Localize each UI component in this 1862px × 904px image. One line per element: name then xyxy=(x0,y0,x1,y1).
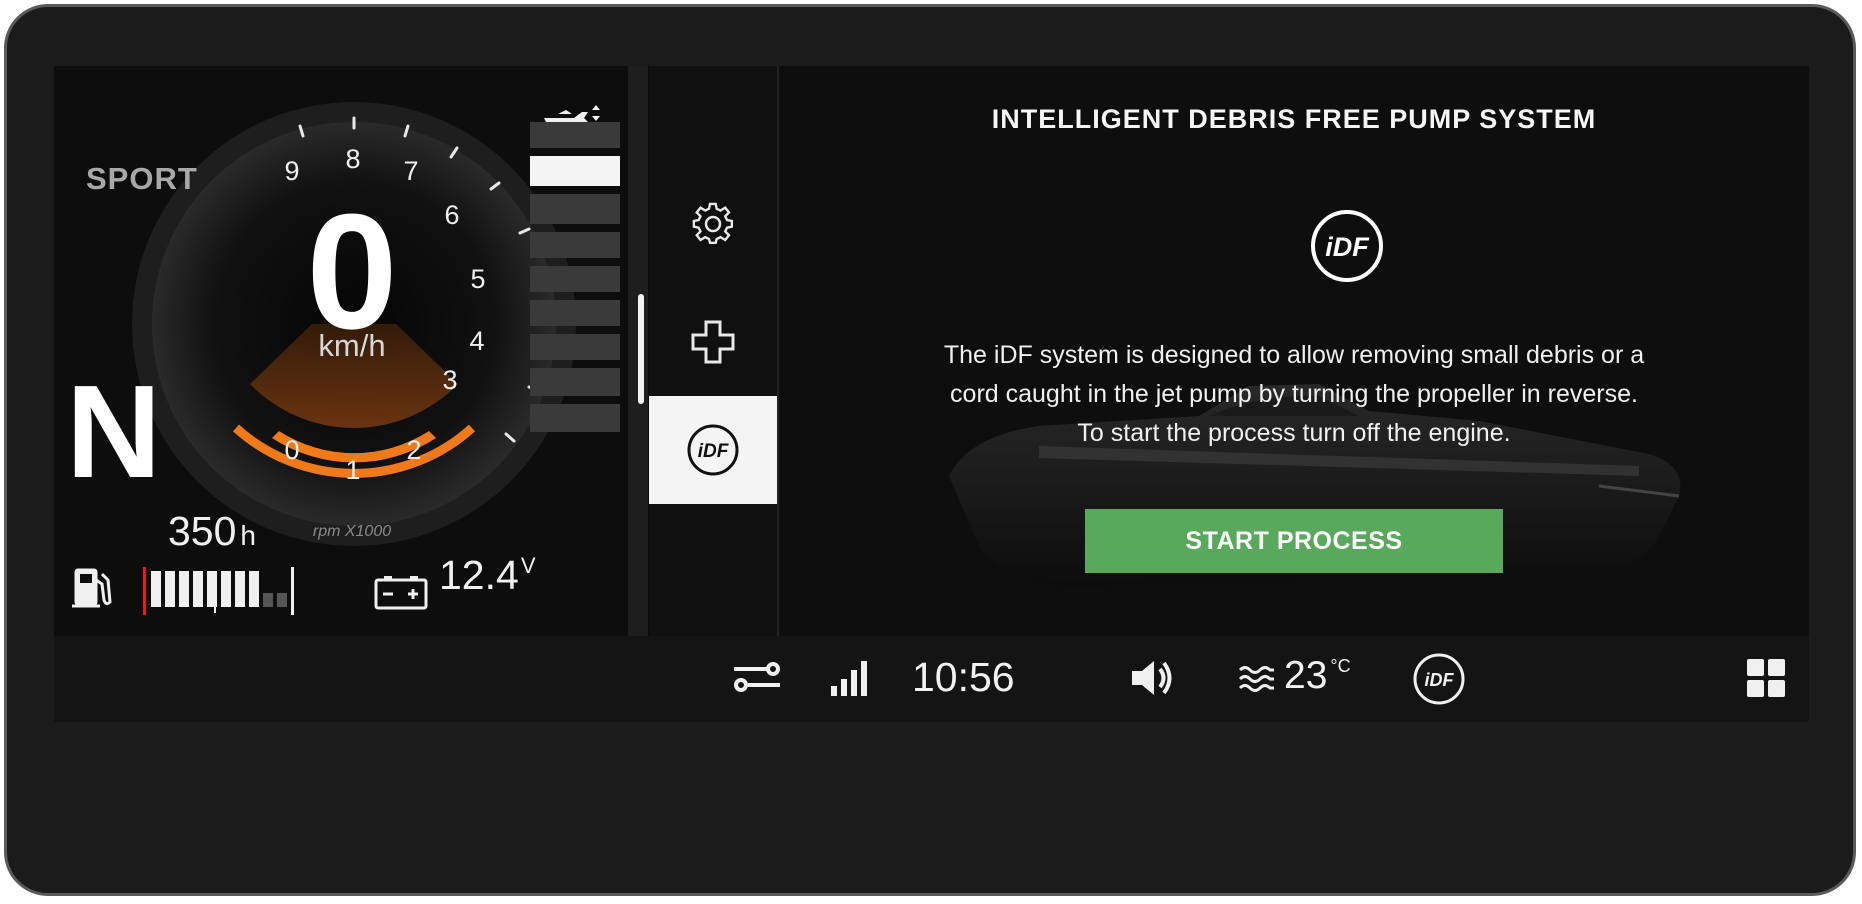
rpm-label-7: 7 xyxy=(403,156,418,186)
drive-mode-label: SPORT xyxy=(86,161,198,196)
battery-voltage: 12.4V xyxy=(439,552,536,599)
page-title: INTELLIGENT DEBRIS FREE PUMP SYSTEM xyxy=(991,104,1597,134)
description-line-3: To start the process turn off the engine… xyxy=(1077,419,1511,447)
rpm-label-6: 6 xyxy=(444,200,459,230)
battery-voltage-unit: V xyxy=(520,553,536,578)
idf-content-panel: INTELLIGENT DEBRIS FREE PUMP SYSTEM iDF … xyxy=(779,66,1809,636)
water-temperature-unit: °C xyxy=(1330,656,1351,676)
menu-item-idf[interactable]: iDF xyxy=(649,396,777,504)
idf-icon: iDF xyxy=(687,424,739,476)
battery-voltage-value: 12.4 xyxy=(439,552,519,598)
watercraft-trim-icon xyxy=(544,105,600,122)
fuel-pump-icon xyxy=(72,568,112,608)
engine-hours-unit: h xyxy=(240,520,256,551)
grid-menu-icon[interactable] xyxy=(1746,658,1786,698)
rpm-label-2: 2 xyxy=(406,435,421,465)
water-temperature-icon xyxy=(1238,666,1274,692)
idf-badge-label: iDF xyxy=(1325,232,1370,262)
clock-time: 10:56 xyxy=(912,654,1015,700)
menu-item-maintenance[interactable] xyxy=(649,288,777,396)
start-process-button[interactable]: START PROCESS xyxy=(1085,509,1503,573)
idf-status-label: iDF xyxy=(1425,670,1455,690)
idf-icon-label: iDF xyxy=(698,441,730,462)
rpm-label-4: 4 xyxy=(469,326,484,356)
engine-hours: 350 h xyxy=(168,508,256,555)
status-bar: 10:56 23 °C iDF xyxy=(54,636,1809,722)
speed-unit: km/h xyxy=(318,328,385,363)
trim-gauge xyxy=(530,122,620,432)
rpm-label-1: 1 xyxy=(345,455,360,485)
description-line-2: cord caught in the jet pump by turning t… xyxy=(950,380,1638,408)
rpm-unit-label: rpm X1000 xyxy=(313,523,391,540)
signal-strength-icon xyxy=(831,661,867,696)
plus-cross-icon xyxy=(691,320,735,364)
battery-icon xyxy=(374,576,428,610)
water-temperature-value: 23 xyxy=(1284,654,1328,697)
water-temperature: 23 °C xyxy=(1284,654,1351,698)
rpm-label-3: 3 xyxy=(442,365,457,395)
tachometer-gauge: 0 1 2 3 4 5 6 7 8 9 0 km/h rpm X1000 xyxy=(72,102,620,615)
volume-icon[interactable] xyxy=(1130,658,1176,698)
idf-description: The iDF system is designed to allow remo… xyxy=(839,336,1749,453)
rpm-label-8: 8 xyxy=(345,144,360,174)
menu-scrollbar[interactable] xyxy=(638,294,644,404)
rpm-label-9: 9 xyxy=(284,156,299,186)
side-menu: iDF xyxy=(649,66,779,636)
description-line-1: The iDF system is designed to allow remo… xyxy=(943,341,1645,369)
sliders-icon[interactable] xyxy=(732,660,782,694)
menu-item-settings[interactable] xyxy=(649,170,777,278)
instrument-cluster: 0 1 2 3 4 5 6 7 8 9 0 km/h rpm X1000 SPO… xyxy=(54,66,628,636)
gear-icon xyxy=(692,202,734,245)
idf-badge-icon: iDF xyxy=(1311,210,1383,282)
fuel-level-bar xyxy=(143,567,294,615)
rpm-label-5: 5 xyxy=(470,264,485,294)
rpm-label-0: 0 xyxy=(284,435,299,465)
idf-status-icon[interactable]: iDF xyxy=(1412,652,1466,706)
gear-indicator: N xyxy=(66,358,162,505)
display-screen: 0 1 2 3 4 5 6 7 8 9 0 km/h rpm X1000 SPO… xyxy=(54,66,1809,722)
engine-hours-value: 350 xyxy=(168,508,237,554)
